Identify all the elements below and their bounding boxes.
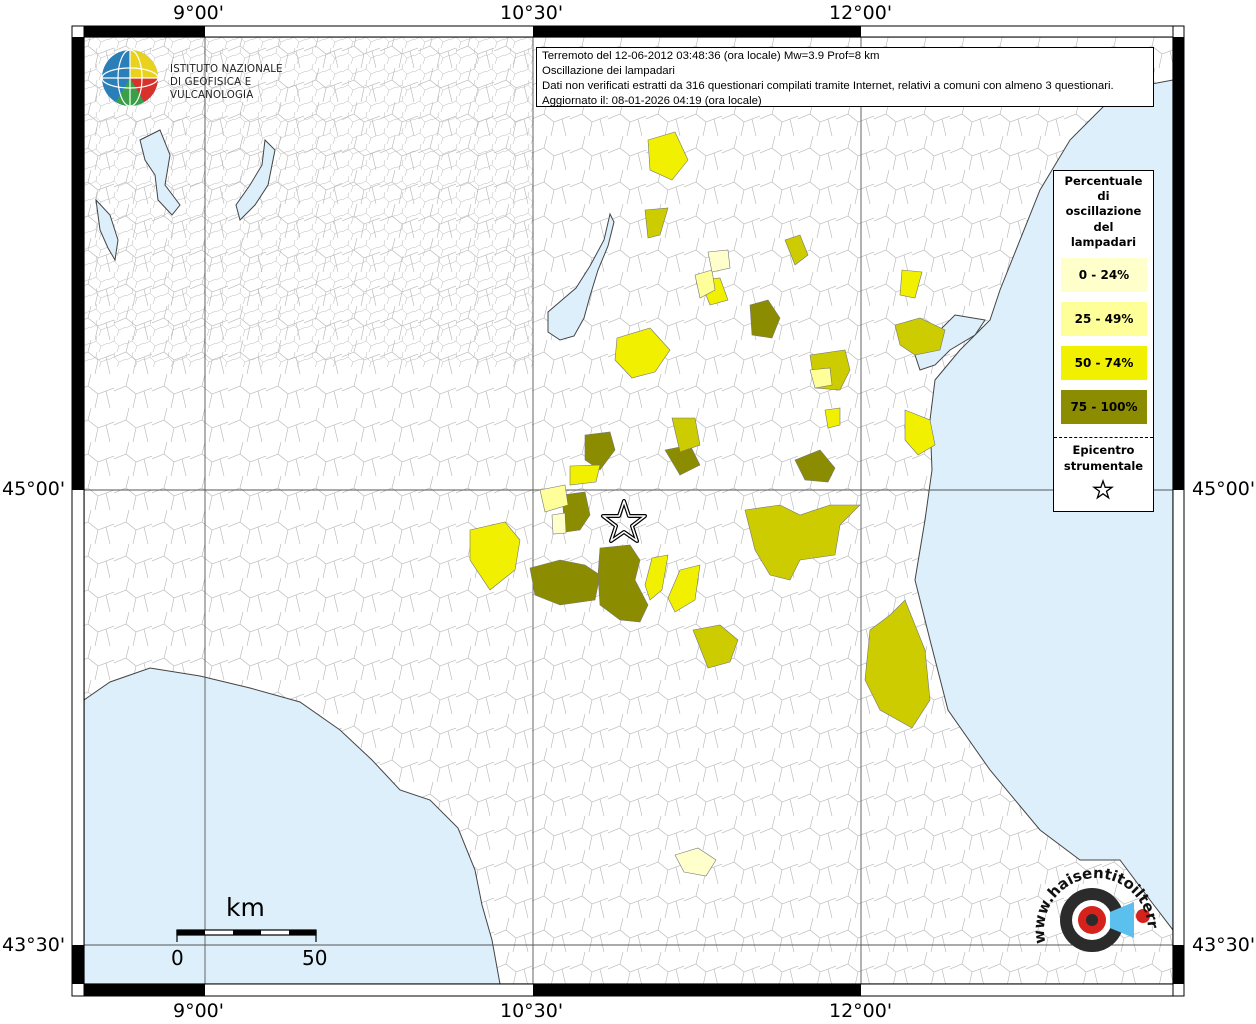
- legend-epicenter-label: Epicentro strumentale: [1063, 443, 1144, 473]
- ingv-globe-icon: [101, 49, 159, 107]
- lon-label-bottom-9: 9°00': [173, 1000, 224, 1022]
- logo-line-1: ISTITUTO NAZIONALE: [170, 64, 283, 75]
- lat-label-left-45: 45°00': [2, 478, 66, 500]
- legend-class-75-100: 75 - 100%: [1061, 390, 1147, 424]
- scale-min: 0: [171, 946, 184, 970]
- scale-bar: km 0 50: [171, 893, 327, 970]
- comune-0-24: [551, 512, 567, 535]
- lat-label-left-43-30: 43°30': [2, 934, 66, 956]
- map-subject: Oscillazione dei lampadari: [542, 65, 675, 77]
- scale-unit: km: [226, 893, 265, 922]
- haisentito-logo: www.haisentitoilterremoto.it: [1030, 862, 1162, 952]
- comune-0-24: [707, 249, 731, 273]
- lat-label-right-43-30: 43°30': [1192, 934, 1256, 956]
- lon-label-top-12: 12°00': [829, 2, 893, 24]
- data-note: Dati non verificati estratti da 316 ques…: [542, 80, 1114, 92]
- legend-class-25-49: 25 - 49%: [1061, 302, 1147, 336]
- comune-50-74: [569, 464, 601, 486]
- ingv-logo: ISTITUTO NAZIONALE DI GEOFISICA E VULCAN…: [100, 46, 330, 110]
- legend-separator: [1054, 437, 1153, 438]
- logo-line-2: DI GEOFISICA E VULCANOLOGIA: [170, 77, 254, 101]
- event-title: Terremoto del 12-06-2012 03:48:36 (ora l…: [542, 50, 880, 62]
- update-timestamp: Aggiornato il: 08-01-2026 04:19 (ora loc…: [542, 95, 762, 107]
- event-info-box: Terremoto del 12-06-2012 03:48:36 (ora l…: [536, 47, 1154, 107]
- star-icon: [1092, 479, 1114, 500]
- lon-label-top-9: 9°00': [173, 2, 224, 24]
- lon-label-top-10-30: 10°30': [500, 2, 564, 24]
- comune-50-74: [824, 407, 841, 429]
- lat-label-right-45: 45°00': [1192, 478, 1256, 500]
- lon-label-bottom-10-30: 10°30': [500, 1000, 564, 1022]
- legend: Percentuale di oscillazione del lampadar…: [1053, 170, 1154, 512]
- legend-class-50-74: 50 - 74%: [1061, 346, 1147, 380]
- lon-label-bottom-12: 12°00': [829, 1000, 893, 1022]
- legend-class-0-24: 0 - 24%: [1061, 258, 1147, 292]
- legend-title: Percentuale di oscillazione del lampadar…: [1064, 174, 1143, 249]
- map-canvas: [84, 37, 1173, 984]
- scale-max: 50: [302, 946, 327, 970]
